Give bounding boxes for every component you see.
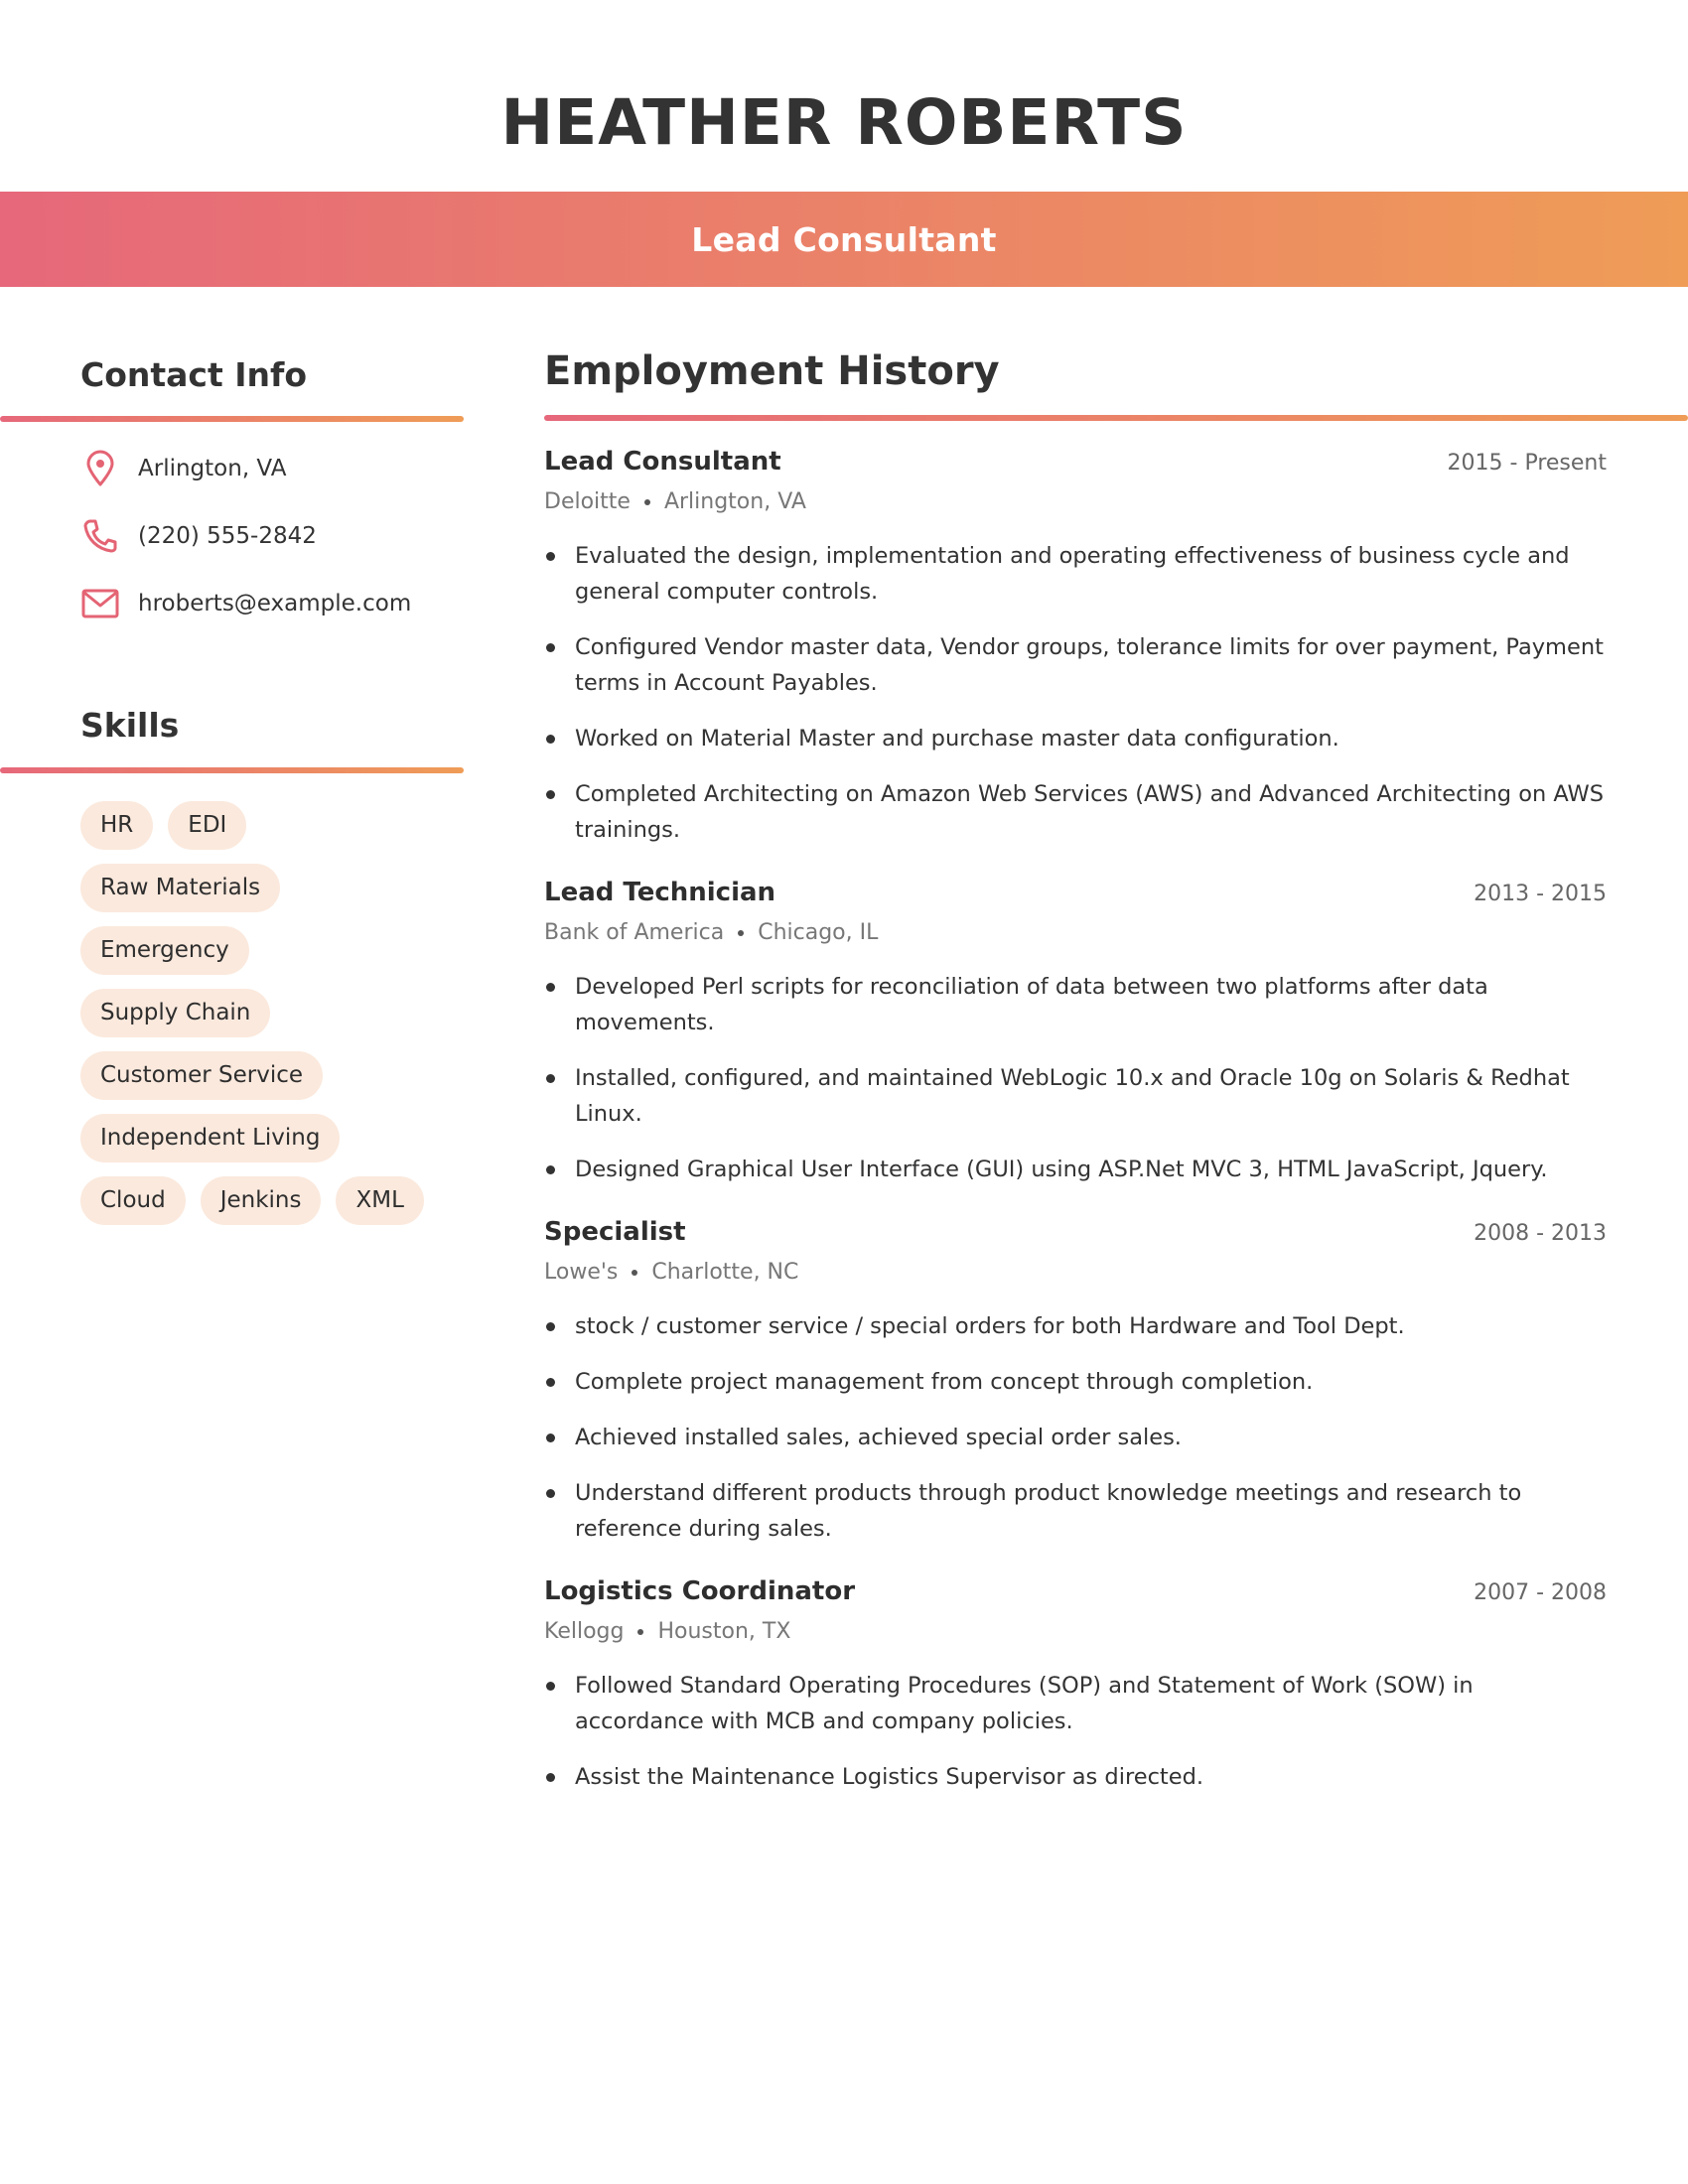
job-title: Lead Technician	[544, 878, 776, 907]
job-location: Houston, TX	[657, 1619, 791, 1644]
job-bullet: Configured Vendor master data, Vendor gr…	[544, 629, 1607, 701]
job-title: Logistics Coordinator	[544, 1576, 856, 1606]
job-location: Charlotte, NC	[651, 1260, 799, 1285]
job-company: Kellogg	[544, 1619, 625, 1644]
job-bullets: stock / customer service / special order…	[544, 1308, 1607, 1547]
job-dates: 2008 - 2013	[1474, 1221, 1607, 1246]
job-bullet: Achieved installed sales, achieved speci…	[544, 1420, 1607, 1455]
job-bullet: Installed, configured, and maintained We…	[544, 1060, 1607, 1132]
contact-item-phone: (220) 555-2842	[80, 512, 468, 560]
skill-chip: EDI	[168, 801, 247, 850]
employment-heading-rule	[544, 415, 1688, 421]
contact-list: Arlington, VA (220) 555-2842 hroberts@ex…	[80, 445, 468, 647]
job-bullet: stock / customer service / special order…	[544, 1308, 1607, 1344]
job-entry: Logistics Coordinator 2007 - 2008 Kellog…	[544, 1576, 1607, 1795]
job-entry: Lead Consultant 2015 - Present Deloitte …	[544, 447, 1607, 848]
job-company: Bank of America	[544, 920, 725, 945]
contact-email[interactable]: hroberts@example.com	[138, 591, 411, 616]
job-bullet: Followed Standard Operating Procedures (…	[544, 1668, 1607, 1739]
job-bullet: Developed Perl scripts for reconciliatio…	[544, 969, 1607, 1040]
location-pin-icon	[80, 449, 120, 488]
separator-dot	[738, 930, 745, 936]
contact-phone[interactable]: (220) 555-2842	[138, 523, 317, 549]
skill-chip: HR	[80, 801, 154, 850]
skill-chip: Supply Chain	[80, 989, 271, 1037]
job-bullet: Complete project management from concept…	[544, 1364, 1607, 1400]
mail-icon	[80, 584, 120, 623]
job-bullet: Understand different products through pr…	[544, 1475, 1607, 1547]
job-bullet: Designed Graphical User Interface (GUI) …	[544, 1152, 1607, 1187]
job-bullets: Followed Standard Operating Procedures (…	[544, 1668, 1607, 1795]
job-location: Arlington, VA	[663, 489, 806, 514]
contact-location: Arlington, VA	[138, 456, 287, 481]
contact-item-email: hroberts@example.com	[80, 580, 468, 627]
skill-chip: XML	[336, 1176, 424, 1225]
employment-heading: Employment History	[544, 348, 1000, 394]
job-title: Specialist	[544, 1217, 686, 1247]
job-bullets: Developed Perl scripts for reconciliatio…	[544, 969, 1607, 1187]
job-title-banner-text: Lead Consultant	[691, 219, 997, 259]
separator-dot	[637, 1629, 644, 1635]
job-dates: 2013 - 2015	[1474, 882, 1607, 906]
skill-chip: Customer Service	[80, 1051, 324, 1100]
skill-chip: Raw Materials	[80, 864, 281, 912]
candidate-name: HEATHER ROBERTS	[500, 86, 1188, 159]
job-company: Lowe's	[544, 1260, 619, 1285]
phone-icon	[80, 516, 120, 556]
skill-chip: Independent Living	[80, 1114, 341, 1162]
skill-chip: Emergency	[80, 926, 249, 975]
contact-item-location: Arlington, VA	[80, 445, 468, 492]
job-bullet: Worked on Material Master and purchase m…	[544, 721, 1607, 756]
title-banner: Lead Consultant	[0, 192, 1688, 287]
job-bullet: Evaluated the design, implementation and…	[544, 538, 1607, 610]
job-entry: Specialist 2008 - 2013 Lowe's Charlotte,…	[544, 1217, 1607, 1547]
skill-chip: Jenkins	[200, 1176, 322, 1225]
job-bullets: Evaluated the design, implementation and…	[544, 538, 1607, 848]
job-title: Lead Consultant	[544, 447, 781, 477]
separator-dot	[643, 499, 650, 505]
contact-heading: Contact Info	[80, 355, 308, 394]
job-bullet: Assist the Maintenance Logistics Supervi…	[544, 1759, 1607, 1795]
skills-heading-rule	[0, 767, 464, 773]
job-location: Chicago, IL	[758, 920, 879, 945]
skill-chip: Cloud	[80, 1176, 186, 1225]
skills-list: HR EDI Raw Materials Emergency Supply Ch…	[80, 801, 478, 1239]
job-company: Deloitte	[544, 489, 631, 514]
contact-heading-rule	[0, 416, 464, 422]
skills-heading: Skills	[80, 706, 180, 745]
job-entry: Lead Technician 2013 - 2015 Bank of Amer…	[544, 878, 1607, 1187]
employment-list: Lead Consultant 2015 - Present Deloitte …	[544, 447, 1607, 1825]
job-bullet: Completed Architecting on Amazon Web Ser…	[544, 776, 1607, 848]
job-dates: 2007 - 2008	[1474, 1580, 1607, 1605]
separator-dot	[632, 1270, 638, 1276]
job-dates: 2015 - Present	[1447, 451, 1607, 476]
